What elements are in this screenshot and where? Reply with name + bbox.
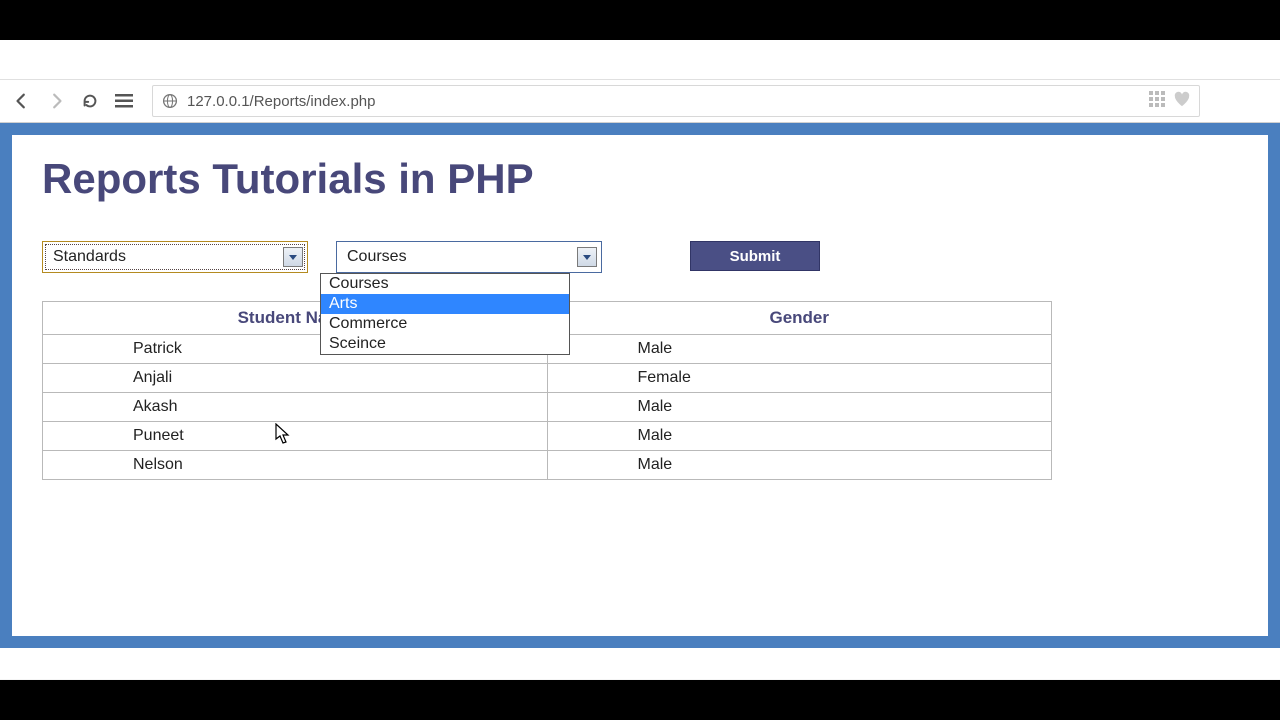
standards-select-value: Standards <box>53 248 126 266</box>
courses-dropdown-list[interactable]: CoursesArtsCommerceSceince <box>320 273 570 355</box>
filter-row: Standards Courses Submit CoursesArtsComm… <box>42 241 1238 273</box>
submit-button[interactable]: Submit <box>690 241 820 271</box>
page-frame: Reports Tutorials in PHP Standards Cours… <box>0 123 1280 648</box>
table-row: AnjaliFemale <box>43 364 1052 393</box>
cell-gender: Female <box>547 364 1052 393</box>
courses-option[interactable]: Courses <box>321 274 569 294</box>
browser-tab-strip <box>0 40 1280 80</box>
page-title: Reports Tutorials in PHP <box>42 155 1238 203</box>
cell-student-name: Puneet <box>43 422 548 451</box>
cell-gender: Male <box>547 451 1052 480</box>
cell-student-name: Anjali <box>43 364 548 393</box>
courses-select-value: Courses <box>347 248 407 266</box>
standards-select[interactable]: Standards <box>42 241 308 273</box>
courses-option[interactable]: Arts <box>321 294 569 314</box>
cell-gender: Male <box>547 393 1052 422</box>
page-viewport: Reports Tutorials in PHP Standards Cours… <box>0 123 1280 679</box>
forward-button[interactable] <box>44 89 68 113</box>
cell-student-name: Akash <box>43 393 548 422</box>
table-row: PuneetMale <box>43 422 1052 451</box>
col-gender: Gender <box>547 302 1052 335</box>
cell-gender: Male <box>547 335 1052 364</box>
browser-toolbar: 127.0.0.1/Reports/index.php <box>0 80 1280 123</box>
menu-icon[interactable] <box>112 89 136 113</box>
back-button[interactable] <box>10 89 34 113</box>
table-row: NelsonMale <box>43 451 1052 480</box>
courses-option[interactable]: Sceince <box>321 334 569 354</box>
address-bar[interactable]: 127.0.0.1/Reports/index.php <box>152 85 1200 117</box>
apps-grid-icon[interactable] <box>1149 91 1165 112</box>
courses-option[interactable]: Commerce <box>321 314 569 334</box>
url-text: 127.0.0.1/Reports/index.php <box>187 93 1141 110</box>
cell-student-name: Nelson <box>43 451 548 480</box>
browser-window: 127.0.0.1/Reports/index.php Reports Tuto… <box>0 40 1280 680</box>
chevron-down-icon <box>283 247 303 267</box>
chevron-down-icon <box>577 247 597 267</box>
courses-select[interactable]: Courses <box>336 241 602 273</box>
table-row: AkashMale <box>43 393 1052 422</box>
cell-gender: Male <box>547 422 1052 451</box>
heart-icon[interactable] <box>1173 91 1191 112</box>
site-info-icon[interactable] <box>161 92 179 110</box>
reload-button[interactable] <box>78 89 102 113</box>
